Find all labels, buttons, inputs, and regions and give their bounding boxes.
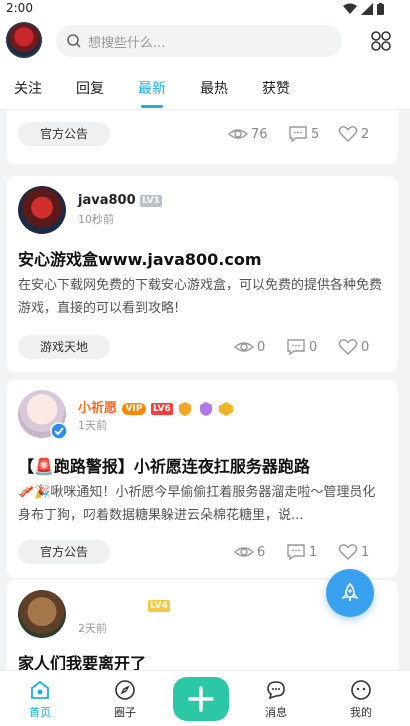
rocket-fab[interactable] <box>326 569 374 617</box>
tab-replies[interactable]: 回复 <box>76 78 104 98</box>
like-count[interactable]: 1 <box>338 543 369 561</box>
nav-messages[interactable]: 消息 <box>246 679 306 720</box>
view-count: 0 <box>234 338 265 356</box>
level-badge: LV6 <box>151 402 173 415</box>
heart-icon <box>338 544 358 560</box>
status-bar: 2:00 <box>0 0 410 18</box>
post-tag[interactable]: 官方公告 <box>18 540 111 564</box>
tab-follow[interactable]: 关注 <box>14 78 42 98</box>
post-time: 10秒前 <box>78 213 114 226</box>
username[interactable]: 小祈愿 <box>78 401 117 416</box>
username-row: 小祈愿 VIP LV6 <box>78 397 234 417</box>
eye-icon <box>228 129 248 139</box>
comment-count-value: 1 <box>309 544 318 560</box>
rocket-icon <box>341 582 359 601</box>
home-icon <box>31 680 49 699</box>
search-placeholder: 想搜些什么... <box>88 35 166 51</box>
like-count-value: 0 <box>361 339 370 355</box>
plus-icon <box>188 686 214 712</box>
user-avatar[interactable] <box>18 590 66 638</box>
bottom-nav: 首页 圈子 消息 我的 <box>0 670 410 726</box>
search-icon <box>67 34 81 48</box>
comment-count-value: 5 <box>311 126 320 142</box>
compass-icon <box>115 680 135 700</box>
search-bar[interactable]: 想搜些什么... <box>56 25 342 57</box>
view-count-value: 0 <box>257 339 266 355</box>
battery-icon <box>377 3 384 15</box>
tab-hot[interactable]: 最热 <box>200 78 228 98</box>
view-count-value: 76 <box>251 126 268 142</box>
comment-count[interactable]: 5 <box>288 125 319 143</box>
profile-icon <box>351 680 371 700</box>
tab-indicator <box>141 105 163 108</box>
verified-icon <box>50 422 68 440</box>
level-badge: LV4 <box>148 599 170 612</box>
user-avatar[interactable] <box>18 186 66 234</box>
top-header: 想搜些什么... <box>0 18 410 64</box>
post-title[interactable]: 安心游戏盒www.java800.com <box>18 246 262 270</box>
gem-badge-icon <box>219 401 234 416</box>
post-tag[interactable]: 官方公告 <box>18 122 111 146</box>
comment-icon <box>287 339 305 356</box>
like-count[interactable]: 0 <box>338 338 369 356</box>
post-time: 2天前 <box>78 622 107 635</box>
post-body[interactable]: 在安心下载网免费的下载安心游戏盒，可以免费的提供各种免费游戏，直接的可以看到攻略… <box>18 274 386 320</box>
post-card[interactable]: java800 LV1 10秒前 安心游戏盒www.java800.com 在安… <box>6 176 398 372</box>
comment-count-value: 0 <box>309 339 318 355</box>
eye-icon <box>234 342 254 352</box>
heart-icon <box>338 339 358 355</box>
comment-icon <box>287 544 305 561</box>
view-count: 6 <box>234 543 265 561</box>
heart-icon <box>338 126 358 142</box>
like-count[interactable]: 2 <box>338 125 369 143</box>
status-time: 2:00 <box>6 1 33 15</box>
create-post-button[interactable] <box>173 677 229 721</box>
level-badge: LV1 <box>140 194 162 207</box>
nav-me-label: 我的 <box>350 706 372 719</box>
post-card[interactable]: 官方公告 76 5 2 <box>6 110 398 164</box>
post-time: 1天前 <box>78 419 107 432</box>
tab-liked[interactable]: 获赞 <box>262 78 290 98</box>
comment-count[interactable]: 0 <box>286 338 317 356</box>
status-icons <box>343 3 384 15</box>
medal-icon <box>179 401 192 416</box>
comment-icon <box>289 126 307 143</box>
like-count-value: 1 <box>361 544 370 560</box>
nav-circle[interactable]: 圈子 <box>95 679 155 720</box>
post-tag[interactable]: 游戏天地 <box>18 335 111 359</box>
eye-icon <box>234 547 254 557</box>
nav-me[interactable]: 我的 <box>331 679 391 720</box>
signal-icon <box>361 3 373 15</box>
username-row: java800 LV1 <box>78 193 162 208</box>
comment-count[interactable]: 1 <box>286 543 317 561</box>
vip-badge: VIP <box>121 402 147 415</box>
nav-circle-label: 圈子 <box>114 706 136 719</box>
view-count: 76 <box>228 125 268 143</box>
nav-messages-label: 消息 <box>265 706 287 719</box>
my-avatar[interactable] <box>6 22 42 58</box>
chat-icon <box>267 681 285 700</box>
shield-badge-icon <box>199 401 212 416</box>
post-title[interactable]: 【🚨跑路警报】小祈愿连夜扛服务器跑路 <box>18 453 310 477</box>
tab-latest[interactable]: 最新 <box>138 78 166 98</box>
post-body[interactable]: 🥓🎉啾咪通知！小祈愿今早偷偷扛着服务器溜走啦～管理员化身布丁狗，叼着数据糖果躲进… <box>18 481 386 527</box>
username[interactable]: java800 <box>78 193 136 208</box>
like-count-value: 2 <box>361 126 370 142</box>
username-row: LV4 <box>148 598 170 613</box>
nav-home[interactable]: 首页 <box>10 679 70 720</box>
category-grid-icon[interactable] <box>370 30 392 52</box>
feed-tabs: 关注 回复 最新 最热 获赞 <box>0 64 410 110</box>
nav-home-label: 首页 <box>29 706 51 719</box>
wifi-icon <box>343 3 357 14</box>
post-card[interactable]: 小祈愿 VIP LV6 1天前 【🚨跑路警报】小祈愿连夜扛服务器跑路 🥓🎉啾咪通… <box>6 380 398 578</box>
post-title[interactable]: 家人们我要离开了 <box>18 650 146 670</box>
view-count-value: 6 <box>257 544 266 560</box>
